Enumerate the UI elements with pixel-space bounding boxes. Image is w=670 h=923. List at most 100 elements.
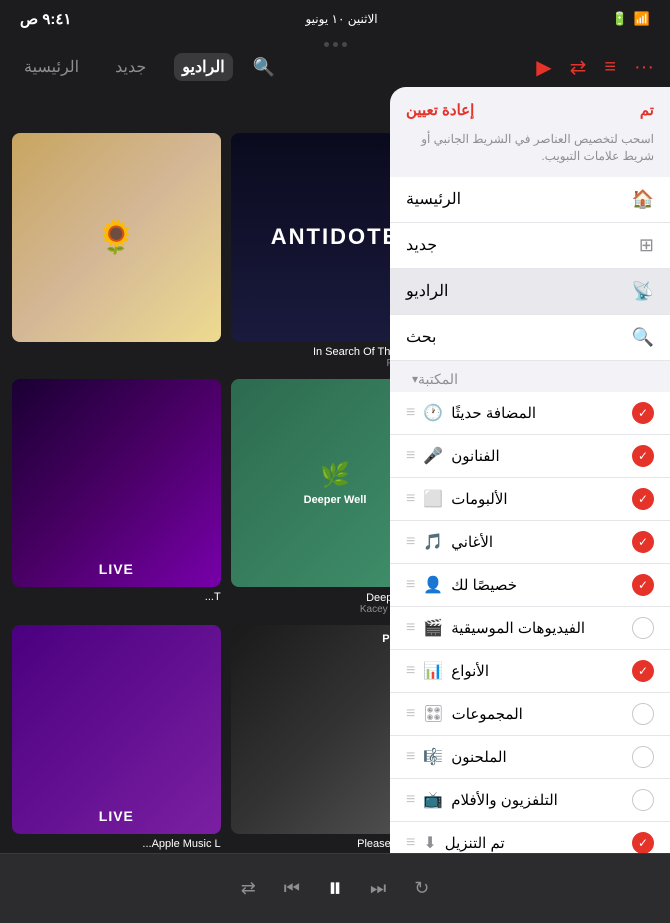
- check-icon: ✓: [632, 402, 654, 424]
- library-item-label: الفنانون: [451, 447, 499, 465]
- sidebar-nav-search[interactable]: 🔍 بحث: [390, 315, 670, 361]
- library-collapse-icon[interactable]: ▾: [412, 372, 418, 386]
- library-item-genres[interactable]: ✓ الأنواع 📊 ≡: [390, 650, 670, 693]
- shuffle-icon[interactable]: ⇄: [570, 55, 587, 80]
- library-item-foryou[interactable]: ✓ خصيصًا لك 👤 ≡: [390, 564, 670, 607]
- library-item-composers[interactable]: الملحنون 🎼 ≡: [390, 736, 670, 779]
- album-title: T...: [12, 591, 221, 603]
- main-area: 🎤 🎭 People Who Aren't There... Future Is…: [0, 87, 670, 854]
- library-item-label: الألبومات: [451, 490, 507, 508]
- shuffle-button[interactable]: ⇄: [241, 878, 256, 899]
- sidebar-nav-label: جديد: [406, 235, 437, 255]
- sidebar-header: تم إعادة تعيين: [390, 87, 670, 127]
- drag-handle[interactable]: ≡: [406, 619, 415, 637]
- drag-handle[interactable]: ≡: [406, 662, 415, 680]
- library-item-songs[interactable]: ✓ الأغاني 🎵 ≡: [390, 521, 670, 564]
- library-item-label: الأغاني: [451, 533, 493, 551]
- videos-icon: 🎬: [423, 618, 443, 638]
- library-item-tv[interactable]: التلفزيون والأفلام 📺 ≡: [390, 779, 670, 822]
- tab-new[interactable]: جديد: [107, 53, 154, 81]
- battery-icon: 🔋: [612, 11, 628, 27]
- compilations-icon: 🎛: [423, 704, 443, 724]
- check-icon: ✓: [632, 531, 654, 553]
- status-bar: 📶 🔋 الاثنين ١٠ يونيو ٩:٤١ ص: [0, 0, 670, 34]
- list-item[interactable]: 🌻: [12, 133, 221, 369]
- nav-tabs: 🔍 الراديو جديد الرئيسية: [16, 53, 275, 81]
- list-icon[interactable]: ≡: [604, 56, 616, 79]
- library-item-label: الفيديوهات الموسيقية: [451, 619, 585, 637]
- repeat-button[interactable]: ↻: [414, 878, 429, 899]
- album-cover: 🌻: [12, 133, 221, 342]
- search-icon: 🔍: [632, 327, 654, 348]
- check-icon: ✓: [632, 445, 654, 467]
- check-icon: ✓: [632, 832, 654, 854]
- albums-icon: ⬜: [423, 489, 443, 509]
- drag-handle[interactable]: ≡: [406, 748, 415, 766]
- drag-handle[interactable]: ≡: [406, 576, 415, 594]
- album-cover: LIVE: [12, 625, 221, 834]
- library-title: المكتبة: [418, 371, 458, 388]
- tab-radio[interactable]: الراديو: [174, 53, 232, 81]
- list-item[interactable]: LIVE Apple Music L...: [12, 625, 221, 854]
- library-item-label: التلفزيون والأفلام: [451, 791, 558, 809]
- check-icon: ✓: [632, 574, 654, 596]
- sidebar-done-button[interactable]: تم: [640, 101, 654, 119]
- player-bar: ↻ ⏭ ⏸ ⏮ ⇄: [0, 853, 670, 923]
- more-options-icon[interactable]: ···: [634, 56, 654, 79]
- play-icon[interactable]: ▶: [536, 55, 551, 80]
- next-button[interactable]: ⏭: [370, 878, 386, 899]
- check-icon: ✓: [632, 488, 654, 510]
- sidebar-nav-label: بحث: [406, 327, 437, 347]
- artists-icon: 🎤: [423, 446, 443, 466]
- list-item[interactable]: LIVE T...: [12, 379, 221, 616]
- library-section-header: المكتبة ▾: [390, 361, 670, 392]
- downloaded-icon: ⬇: [423, 833, 436, 853]
- sidebar: تم إعادة تعيين اسحب لتخصيص العناصر في ال…: [390, 87, 670, 854]
- tab-home[interactable]: الرئيسية: [16, 53, 87, 81]
- sidebar-nav-label: الرئيسية: [406, 189, 461, 209]
- library-item-label: الأنواع: [451, 662, 489, 680]
- toolbar: ··· ≡ ⇄ ▶ 🔍 الراديو جديد الرئيسية: [0, 47, 670, 87]
- unchecked-circle: [632, 746, 654, 768]
- unchecked-circle: [632, 703, 654, 725]
- sidebar-nav-label: الراديو: [406, 281, 448, 301]
- sidebar-reset-button[interactable]: إعادة تعيين: [406, 101, 474, 119]
- drag-handle[interactable]: ≡: [406, 834, 415, 852]
- composers-icon: 🎼: [423, 747, 443, 767]
- genres-icon: 📊: [423, 661, 443, 681]
- sidebar-nav-radio[interactable]: 📡 الراديو: [390, 269, 670, 315]
- search-nav-icon[interactable]: 🔍: [253, 57, 275, 78]
- home-icon: 🏠: [632, 189, 654, 210]
- album-cover: LIVE: [12, 379, 221, 588]
- unchecked-circle: [632, 617, 654, 639]
- new-icon: ⊞: [639, 235, 654, 256]
- prev-button[interactable]: ⏮: [284, 878, 300, 899]
- pause-button[interactable]: ⏸: [328, 872, 342, 905]
- status-time: ٩:٤١ ص: [20, 10, 71, 28]
- unchecked-circle: [632, 789, 654, 811]
- library-item-compilations[interactable]: المجموعات 🎛 ≡: [390, 693, 670, 736]
- library-item-label: تم التنزيل: [445, 834, 505, 852]
- songs-icon: 🎵: [423, 532, 443, 552]
- status-date: الاثنين ١٠ يونيو: [305, 12, 377, 26]
- library-item-label: المجموعات: [452, 705, 523, 723]
- drag-handle[interactable]: ≡: [406, 705, 415, 723]
- drag-handle[interactable]: ≡: [406, 791, 415, 809]
- sidebar-nav-home[interactable]: 🏠 الرئيسية: [390, 177, 670, 223]
- drag-handle[interactable]: ≡: [406, 490, 415, 508]
- radio-icon: 📡: [632, 281, 654, 302]
- recent-icon: 🕐: [423, 403, 443, 423]
- drag-indicator: [0, 34, 670, 47]
- sidebar-nav-new[interactable]: ⊞ جديد: [390, 223, 670, 269]
- library-item-albums[interactable]: ✓ الألبومات ⬜ ≡: [390, 478, 670, 521]
- library-item-label: الملحنون: [451, 748, 506, 766]
- library-item-artists[interactable]: ✓ الفنانون 🎤 ≡: [390, 435, 670, 478]
- library-item-videos[interactable]: الفيديوهات الموسيقية 🎬 ≡: [390, 607, 670, 650]
- library-item-label: المضافة حديثًا: [451, 404, 536, 422]
- drag-handle[interactable]: ≡: [406, 447, 415, 465]
- library-item-label: خصيصًا لك: [451, 576, 517, 594]
- library-item-downloaded[interactable]: ✓ تم التنزيل ⬇ ≡: [390, 822, 670, 854]
- drag-handle[interactable]: ≡: [406, 533, 415, 551]
- library-item-recent[interactable]: ✓ المضافة حديثًا 🕐 ≡: [390, 392, 670, 435]
- drag-handle[interactable]: ≡: [406, 404, 415, 422]
